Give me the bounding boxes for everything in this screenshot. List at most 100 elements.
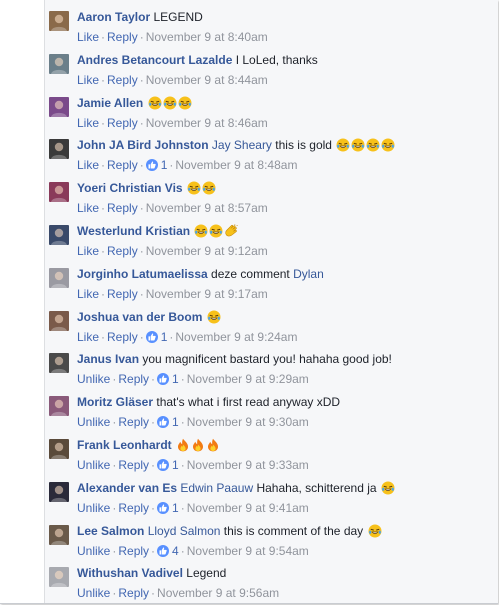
comment-timestamp[interactable]: November 9 at 9:17am xyxy=(146,287,268,301)
like-link[interactable]: Like xyxy=(77,158,99,172)
comment-author-link[interactable]: Moritz Gläser xyxy=(77,395,153,409)
separator-dot: · xyxy=(180,500,185,515)
unlike-link[interactable]: Unlike xyxy=(77,372,110,386)
like-link[interactable]: Like xyxy=(77,287,99,301)
unlike-link[interactable]: Unlike xyxy=(77,544,110,558)
separator-dot: · xyxy=(101,30,106,44)
comment-actions: Unlike · Reply · 1 · November 9 at 9:29am xyxy=(77,371,309,387)
comment-item: Lee Salmon Lloyd Salmon this is comment … xyxy=(49,520,489,560)
comment-timestamp[interactable]: November 9 at 9:41am xyxy=(187,501,309,515)
laughing-face-emoji xyxy=(336,138,350,152)
avatar[interactable] xyxy=(49,139,69,160)
reply-link[interactable]: Reply xyxy=(107,330,138,344)
reply-link[interactable]: Reply xyxy=(107,73,138,87)
reply-link[interactable]: Reply xyxy=(118,372,149,386)
comment-author-link[interactable]: John JA Bird Johnston xyxy=(77,138,209,152)
comment-text: deze comment xyxy=(211,266,290,281)
laughing-face-emoji xyxy=(202,181,216,195)
comment-timestamp[interactable]: November 9 at 8:57am xyxy=(146,201,268,215)
avatar[interactable] xyxy=(49,182,69,203)
avatar[interactable] xyxy=(49,225,69,245)
comment-author-link[interactable]: Jorginho Latumaelissa xyxy=(77,267,208,281)
reaction-count[interactable]: 1 xyxy=(157,414,179,430)
comment-timestamp[interactable]: November 9 at 9:12am xyxy=(146,244,268,258)
comment-author-link[interactable]: Alexander van Es xyxy=(77,481,177,495)
comment-author-link[interactable]: Westerlund Kristian xyxy=(77,224,190,238)
separator-dot: · xyxy=(101,115,106,130)
like-link[interactable]: Like xyxy=(77,201,99,215)
like-link[interactable]: Like xyxy=(77,330,99,344)
comment-timestamp[interactable]: November 9 at 9:30am xyxy=(187,415,309,429)
avatar[interactable] xyxy=(49,396,69,417)
avatar[interactable] xyxy=(49,353,69,374)
avatar[interactable] xyxy=(49,11,69,31)
comment-author-link[interactable]: Yoeri Christian Vis xyxy=(77,181,183,195)
comment-author-link[interactable]: Frank Leonhardt xyxy=(77,438,172,452)
reply-link[interactable]: Reply xyxy=(118,544,149,558)
reply-link[interactable]: Reply xyxy=(118,458,149,472)
like-link[interactable]: Like xyxy=(77,73,99,87)
avatar[interactable] xyxy=(49,267,69,288)
separator-dot: · xyxy=(139,115,144,130)
reply-link[interactable]: Reply xyxy=(118,415,149,429)
laughing-face-emoji xyxy=(163,96,177,110)
comment-author-link[interactable]: Withushan Vadivel xyxy=(77,566,183,580)
like-link[interactable]: Like xyxy=(77,244,99,258)
like-link[interactable]: Like xyxy=(77,116,99,130)
reply-link[interactable]: Reply xyxy=(107,287,138,301)
avatar[interactable] xyxy=(49,439,69,459)
reply-link[interactable]: Reply xyxy=(118,501,149,515)
comment-timestamp[interactable]: November 9 at 8:40am xyxy=(146,30,268,44)
fire-emoji xyxy=(176,438,190,452)
avatar[interactable] xyxy=(49,567,69,588)
reaction-count[interactable]: 1 xyxy=(157,457,179,473)
comment-timestamp[interactable]: November 9 at 9:29am xyxy=(187,372,309,386)
comment-timestamp[interactable]: November 9 at 9:33am xyxy=(187,458,309,472)
unlike-link[interactable]: Unlike xyxy=(77,415,110,429)
comment-timestamp[interactable]: November 9 at 8:44am xyxy=(146,73,268,87)
separator-dot: · xyxy=(139,158,144,173)
mention-link[interactable]: Edwin Paauw xyxy=(180,481,253,495)
avatar[interactable] xyxy=(49,481,69,502)
unlike-link[interactable]: Unlike xyxy=(77,501,110,515)
reply-link[interactable]: Reply xyxy=(107,201,138,215)
reply-link[interactable]: Reply xyxy=(107,158,138,172)
comment-author-link[interactable]: Andres Betancourt Lazalde xyxy=(77,53,232,67)
reaction-count[interactable]: 1 xyxy=(157,500,179,516)
comment-author-link[interactable]: Joshua van der Boom xyxy=(77,310,202,324)
comment-author-link[interactable]: Janus Ivan xyxy=(77,352,139,366)
mention-link[interactable]: Lloyd Salmon xyxy=(148,524,221,538)
avatar[interactable] xyxy=(49,310,69,331)
mention-link[interactable]: Jay Sheary xyxy=(212,138,272,152)
comment-body: Jamie Allen xyxy=(77,95,192,111)
reply-link[interactable]: Reply xyxy=(107,116,138,130)
comment-author-link[interactable]: Jamie Allen xyxy=(77,96,143,110)
reply-link[interactable]: Reply xyxy=(118,586,149,600)
comment-actions: Unlike · Reply · November 9 at 9:56am xyxy=(77,585,279,601)
reaction-count[interactable]: 1 xyxy=(145,157,167,173)
reply-link[interactable]: Reply xyxy=(107,244,138,258)
comment-author-link[interactable]: Aaron Taylor xyxy=(77,10,150,24)
avatar[interactable] xyxy=(49,524,69,545)
comment-actions: Like · Reply · 1 · November 9 at 9:24am xyxy=(77,329,297,345)
comment-timestamp[interactable]: November 9 at 8:46am xyxy=(146,116,268,130)
reaction-count[interactable]: 1 xyxy=(145,329,167,345)
like-link[interactable]: Like xyxy=(77,30,99,44)
comment-timestamp[interactable]: November 9 at 8:48am xyxy=(175,158,297,172)
separator-dot: · xyxy=(151,543,156,558)
reaction-count[interactable]: 4 xyxy=(157,543,179,559)
reaction-count[interactable]: 1 xyxy=(157,371,179,387)
unlike-link[interactable]: Unlike xyxy=(77,458,110,472)
comment-author-link[interactable]: Lee Salmon xyxy=(77,524,144,538)
comment-timestamp[interactable]: November 9 at 9:56am xyxy=(157,586,279,600)
comment-item: Moritz Gläser that's what i first read a… xyxy=(49,391,489,431)
comment-timestamp[interactable]: November 9 at 9:24am xyxy=(175,330,297,344)
avatar[interactable] xyxy=(49,53,69,74)
mention-link[interactable]: Dylan xyxy=(293,267,324,281)
comment-text: Hahaha, schitterend ja xyxy=(256,480,377,495)
reply-link[interactable]: Reply xyxy=(107,30,138,44)
comment-timestamp[interactable]: November 9 at 9:54am xyxy=(187,544,309,558)
laughing-face-emoji xyxy=(148,96,162,110)
unlike-link[interactable]: Unlike xyxy=(77,586,110,600)
avatar[interactable] xyxy=(49,96,69,117)
